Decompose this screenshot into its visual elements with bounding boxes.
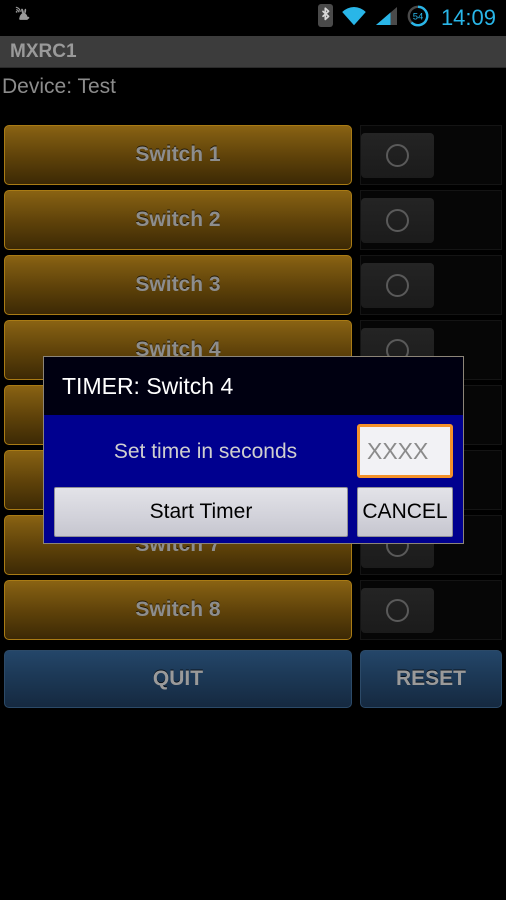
dialog-body: Set time in seconds Start Timer CANCEL [44, 415, 463, 543]
cellular-signal-icon [375, 6, 399, 31]
dialog-input-row: Set time in seconds [54, 424, 453, 478]
switch-button-1[interactable]: Switch 1 [4, 125, 352, 185]
cancel-button-label: CANCEL [362, 500, 448, 523]
cancel-button[interactable]: CANCEL [357, 487, 453, 537]
off-circle-icon [386, 144, 409, 167]
dialog-title: TIMER: Switch 4 [62, 372, 234, 399]
rabbit-signal-icon [12, 5, 34, 32]
dialog-button-row: Start Timer CANCEL [54, 487, 453, 537]
switch-row: Switch 1 [0, 125, 506, 185]
reset-button-label: RESET [395, 667, 466, 690]
battery-level-text: 54 [413, 11, 424, 22]
switch-button-3[interactable]: Switch 3 [4, 255, 352, 315]
switch-label: Switch 3 [135, 273, 221, 296]
switch-toggle-8[interactable] [361, 588, 434, 633]
battery-circle-icon: 54 [407, 5, 429, 32]
switch-label: Switch 8 [135, 598, 221, 621]
switch-button-8[interactable]: Switch 8 [4, 580, 352, 640]
quit-button-label: QUIT [152, 667, 204, 690]
switch-indicator-cell-3 [360, 255, 502, 315]
start-timer-label: Start Timer [149, 500, 253, 523]
status-bar-icons: 54 14:09 [317, 4, 496, 32]
status-bar: 54 14:09 [0, 0, 506, 36]
reset-button[interactable]: RESET [360, 650, 502, 708]
switch-button-2[interactable]: Switch 2 [4, 190, 352, 250]
switch-indicator-cell-1 [360, 125, 502, 185]
dialog-header: TIMER: Switch 4 [44, 357, 463, 415]
status-bar-clock: 14:09 [440, 5, 496, 30]
off-circle-icon [386, 599, 409, 622]
seconds-input[interactable] [357, 424, 453, 478]
switch-row: Switch 8 [0, 580, 506, 640]
off-circle-icon [386, 209, 409, 232]
switch-row: Switch 3 [0, 255, 506, 315]
quit-button[interactable]: QUIT [4, 650, 352, 708]
switch-indicator-cell-2 [360, 190, 502, 250]
bluetooth-icon [317, 4, 333, 32]
action-row: QUIT RESET [0, 650, 506, 708]
switch-row: Switch 2 [0, 190, 506, 250]
timer-dialog: TIMER: Switch 4 Set time in seconds Star… [43, 356, 464, 544]
switch-label: Switch 2 [135, 208, 221, 231]
switch-toggle-2[interactable] [361, 198, 434, 243]
start-timer-button[interactable]: Start Timer [54, 487, 348, 537]
switch-toggle-3[interactable] [361, 263, 434, 308]
dialog-prompt-label: Set time in seconds [113, 439, 298, 463]
status-bar-notifications [12, 5, 34, 32]
device-label: Device: Test [2, 74, 116, 98]
app-title-bar: MXRC1 [0, 36, 506, 68]
switch-label: Switch 1 [135, 143, 221, 166]
switch-indicator-cell-8 [360, 580, 502, 640]
switch-toggle-1[interactable] [361, 133, 434, 178]
wifi-icon [341, 6, 367, 31]
page-title: MXRC1 [10, 41, 77, 62]
off-circle-icon [386, 274, 409, 297]
device-status-line: Device: Test [0, 69, 506, 103]
